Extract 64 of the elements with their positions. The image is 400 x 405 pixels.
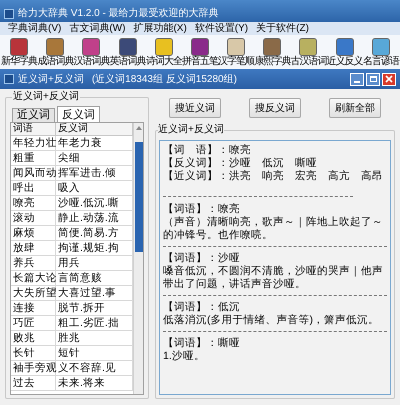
scrollbar[interactable] bbox=[133, 123, 143, 394]
tab[interactable]: 反义词 bbox=[57, 106, 100, 122]
table-cell: 败兆 bbox=[11, 331, 56, 345]
result-text-area[interactable]: 【词 语】：嘹亮 【反义词】：沙哑 低沉 嘶哑 【近义词】：洪亮 响亮 宏亮 高亢 高昂 【词语】：嘹亮 （声音）清晰响亮，歌声～｜阵地上吹起了～的冲锋号。也作嘹喨。 【词语】：沙哑 嗓音低沉，不圆润不清脆，沙哑的哭声｜他声带出了问题，讲话声音沙哑。 【词语】：低沉 低落消沉(多用于情绪、声音等)，箫声低沉。 【词语】：嘶哑 1.沙哑。 bbox=[159, 140, 391, 395]
result-line: 【近义词】：洪亮 响亮 宏亮 高亢 高昂 bbox=[163, 170, 384, 183]
table-cell: 滚动 bbox=[11, 211, 56, 225]
app-icon bbox=[4, 9, 14, 19]
scroll-up-arrow-icon[interactable] bbox=[136, 126, 142, 130]
menu-item[interactable]: 古文词典(W) bbox=[69, 24, 126, 34]
window-title: 给力大辞典 V1.2.0 - 最给力最受欢迎的大辞典 bbox=[18, 9, 219, 19]
toolbar-button[interactable]: 古汉语词 bbox=[290, 38, 326, 66]
table-cell: 年轻力壮 bbox=[11, 136, 56, 150]
toolbar-button[interactable]: 诗词大全 bbox=[146, 38, 182, 66]
table-cell: 放肆 bbox=[11, 241, 56, 255]
menu-item[interactable]: 软件设置(Y) bbox=[194, 24, 248, 34]
entry-heading: 【词语】：嘹亮 bbox=[163, 203, 241, 216]
app-icon bbox=[4, 74, 14, 84]
table-cell: 养兵 bbox=[11, 256, 56, 270]
entry-heading: 【词语】：低沉 bbox=[163, 301, 241, 314]
menu-item[interactable]: 扩展功能(X) bbox=[133, 24, 187, 34]
maximize-icon[interactable] bbox=[366, 72, 380, 86]
group-legend: 近义词+反义词 bbox=[158, 124, 224, 136]
entry-heading: 【词语】：沙哑 bbox=[163, 252, 241, 265]
toolbar-button[interactable]: 英语词典 bbox=[110, 38, 146, 66]
group-legend: 近义词+反义词 bbox=[12, 91, 80, 103]
close-icon[interactable] bbox=[382, 72, 396, 86]
toolbar-button[interactable]: 新华字典 bbox=[2, 38, 37, 66]
table-cell: 连接 bbox=[11, 301, 56, 315]
menu-item[interactable]: 关于软件(Z) bbox=[256, 24, 309, 34]
result-line: 【词 语】：嘹亮 bbox=[163, 144, 252, 157]
entry-heading: 【词语】：嘶哑 bbox=[163, 337, 241, 350]
entry-definition: 1.沙哑。 bbox=[163, 350, 206, 363]
column-header[interactable]: 词语 bbox=[11, 123, 56, 135]
table-cell: 长篇大论 bbox=[11, 271, 56, 285]
table-cell: 麻烦 bbox=[11, 226, 56, 240]
scrollbar-thumb[interactable] bbox=[134, 142, 142, 252]
table-cell: 过去 bbox=[11, 376, 56, 390]
table-cell: 粗重 bbox=[11, 151, 56, 165]
result-line: 【反义词】：沙哑 低沉 嘶哑 bbox=[163, 157, 318, 170]
table-cell: 袖手旁观 bbox=[11, 361, 56, 375]
table-cell: 呼出 bbox=[11, 181, 56, 195]
action-button[interactable]: 搜反义词 bbox=[249, 98, 301, 118]
toolbar-button[interactable]: 成语词典 bbox=[38, 38, 73, 66]
entry-definition: 嗓音低沉，不圆润不清脆，沙哑的哭声｜他声带出了问题，讲话声音沙哑。 bbox=[163, 265, 384, 291]
tab[interactable]: 近义词 bbox=[12, 108, 55, 122]
action-button[interactable]: 刷新全部 bbox=[329, 98, 381, 118]
entry-definition: （声音）清晰响亮，歌声～｜阵地上吹起了～的冲锋号。也作嘹喨。 bbox=[163, 216, 384, 242]
entry-definition: 低落消沉(多用于情绪、声音等)，箫声低沉。 bbox=[163, 314, 380, 327]
subwindow-subtitle: (近义词18343组 反义词15280组) bbox=[92, 72, 237, 86]
toolbar-button[interactable]: 拼音五笔 bbox=[182, 38, 218, 66]
table-cell: 长针 bbox=[11, 346, 56, 360]
toolbar-button[interactable]: 康熙字典 bbox=[254, 38, 290, 66]
toolbar-button[interactable]: 近义反义 bbox=[327, 38, 362, 66]
table-cell: 闻风而动 bbox=[11, 166, 56, 180]
subwindow-title: 近义词+反义词 bbox=[18, 72, 84, 86]
table-cell: 大失所望 bbox=[11, 286, 56, 300]
action-button[interactable]: 搜近义词 bbox=[169, 98, 221, 118]
menu-item[interactable]: 字典词典(V) bbox=[8, 24, 62, 34]
table-cell: 嘹亮 bbox=[11, 196, 56, 210]
toolbar-button[interactable]: 汉字笔顺 bbox=[218, 38, 254, 66]
toolbar-button[interactable]: 汉语词典 bbox=[74, 38, 109, 66]
toolbar-button[interactable]: 名言谚语 bbox=[363, 38, 398, 66]
minimize-icon[interactable] bbox=[350, 72, 364, 86]
table-cell: 巧匠 bbox=[11, 316, 56, 330]
